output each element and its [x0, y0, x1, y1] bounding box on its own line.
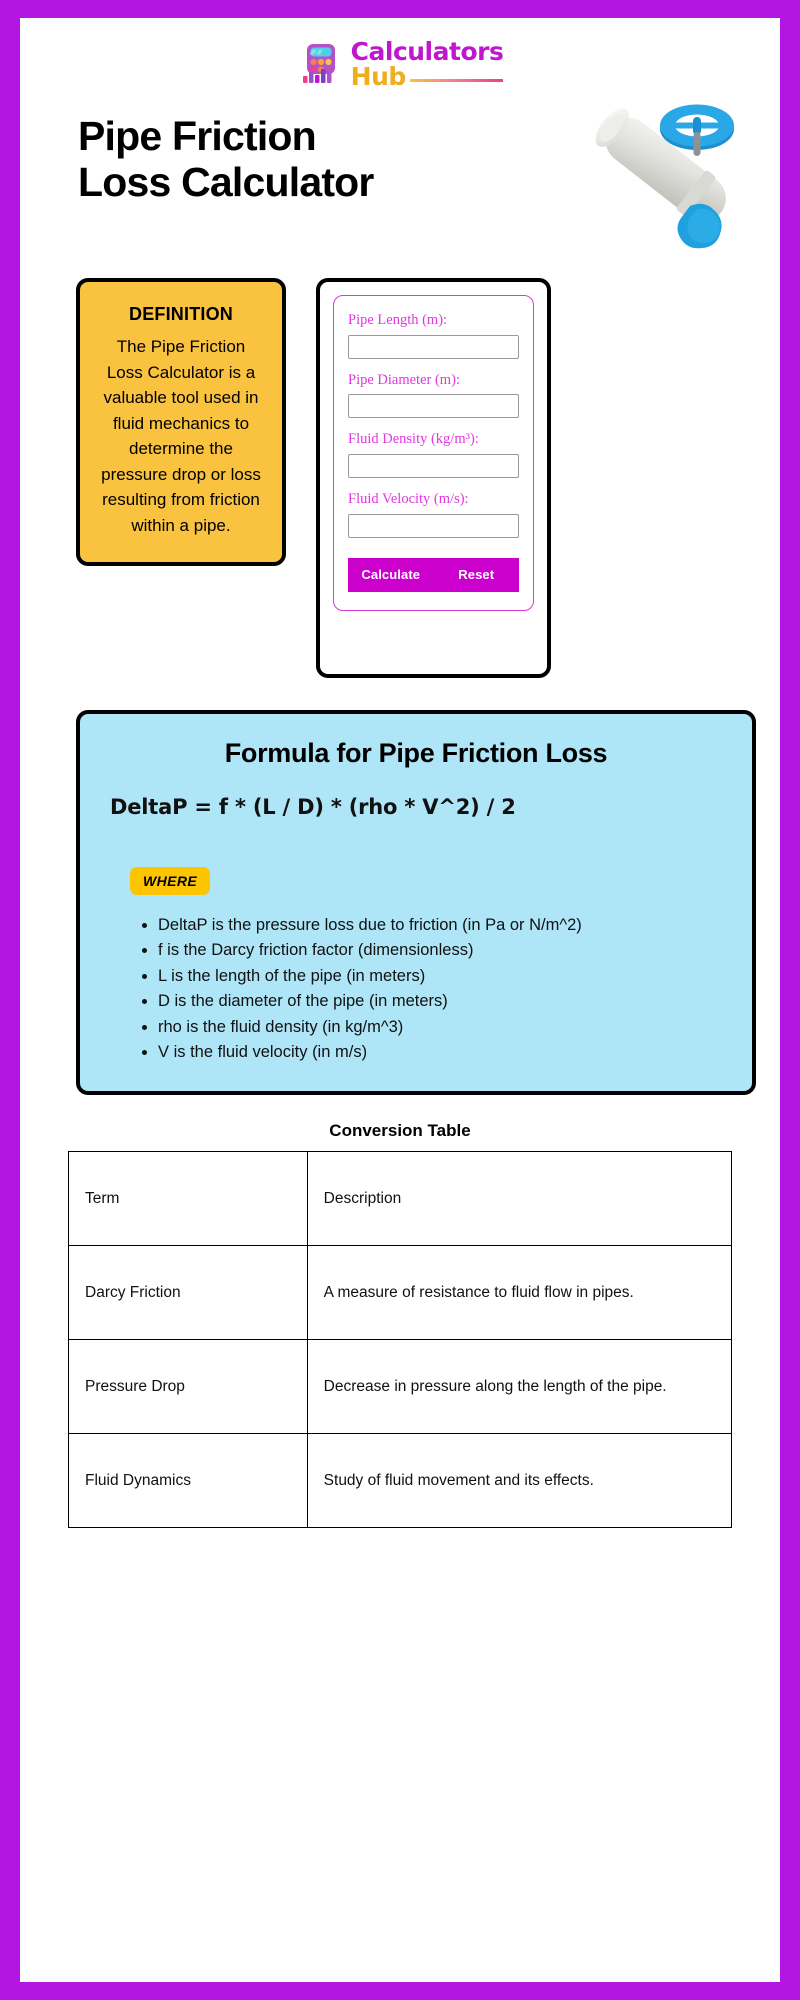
- table-cell-description: A measure of resistance to fluid flow in…: [306, 1245, 733, 1341]
- table-cell-term: Fluid Dynamics: [68, 1433, 308, 1529]
- list-item: f is the Darcy friction factor (dimensio…: [158, 938, 726, 962]
- field-fluid-velocity: Fluid Velocity (m/s):: [348, 491, 519, 538]
- conversion-table-title: Conversion Table: [329, 1121, 471, 1141]
- field-pipe-length: Pipe Length (m):: [348, 312, 519, 359]
- fluid-density-label: Fluid Density (kg/m³):: [348, 431, 479, 448]
- formula-expression: DeltaP = f * (L / D) * (rho * V^2) / 2: [110, 795, 516, 819]
- hero-section: Pipe Friction Loss Calculator: [20, 92, 780, 252]
- list-item: rho is the fluid density (in kg/m^3): [158, 1015, 726, 1039]
- table-cell-term: Pressure Drop: [68, 1339, 308, 1435]
- fluid-density-input[interactable]: [348, 454, 519, 479]
- field-pipe-diameter: Pipe Diameter (m):: [348, 372, 519, 419]
- formula-title: Formula for Pipe Friction Loss: [224, 738, 608, 768]
- table-row: Pressure Drop Decrease in pressure along…: [68, 1339, 733, 1435]
- site-logo[interactable]: Calculators Hub: [20, 18, 780, 92]
- calculator-bars-logo-icon: [302, 44, 335, 83]
- page-content: Calculators Hub Pipe Friction Loss Calcu…: [20, 18, 780, 1982]
- table-header-description: Description: [306, 1151, 733, 1247]
- list-item: V is the fluid velocity (in m/s): [158, 1040, 726, 1064]
- brand-bottom-row: Hub: [351, 64, 504, 89]
- calculator-card: Pipe Length (m): Pipe Diameter (m): Flui…: [316, 278, 551, 678]
- brand-gradient-rule: [409, 79, 504, 82]
- page-title-line2: Loss Calculator: [78, 158, 374, 205]
- list-item: D is the diameter of the pipe (in meters…: [158, 989, 726, 1013]
- table-header-term: Term: [68, 1151, 308, 1247]
- list-item: DeltaP is the pressure loss due to frict…: [158, 913, 726, 937]
- table-cell-term: Darcy Friction: [68, 1245, 308, 1341]
- calculator-button-row: Calculate Reset: [348, 557, 519, 592]
- table-row: Fluid Dynamics Study of fluid movement a…: [68, 1433, 733, 1529]
- page-title: Pipe Friction Loss Calculator: [78, 113, 374, 206]
- page-purple-frame: Calculators Hub Pipe Friction Loss Calcu…: [0, 0, 800, 2000]
- list-item: L is the length of the pipe (in meters): [158, 964, 726, 988]
- brand-wordmark: Calculators Hub: [351, 39, 504, 89]
- definition-card: DEFINITION The Pipe Friction Loss Calcul…: [76, 278, 286, 566]
- fluid-velocity-label: Fluid Velocity (m/s):: [348, 491, 469, 508]
- formula-card: Formula for Pipe Friction Loss DeltaP = …: [76, 710, 756, 1096]
- pipe-length-input[interactable]: [348, 334, 519, 359]
- table-cell-description: Decrease in pressure along the length of…: [306, 1339, 733, 1435]
- definition-heading: DEFINITION: [129, 304, 233, 324]
- brand-name-top: Calculators: [350, 37, 504, 66]
- table-cell-description: Study of fluid movement and its effects.: [306, 1433, 733, 1529]
- pipe-valve-handwheel-icon: [595, 104, 734, 249]
- reset-button[interactable]: Reset: [433, 557, 519, 592]
- table-header-row: Term Description: [68, 1151, 733, 1247]
- pipe-length-label: Pipe Length (m):: [348, 312, 448, 328]
- calculate-button[interactable]: Calculate: [348, 557, 434, 592]
- field-fluid-density: Fluid Density (kg/m³):: [348, 431, 519, 479]
- info-and-calculator-row: DEFINITION The Pipe Friction Loss Calcul…: [20, 252, 780, 678]
- calculator-inner-panel: Pipe Length (m): Pipe Diameter (m): Flui…: [333, 295, 534, 611]
- conversion-table: Term Description Darcy Friction A measur…: [68, 1151, 733, 1529]
- fluid-velocity-input[interactable]: [348, 513, 519, 538]
- brand-name-bottom: Hub: [350, 62, 407, 91]
- definition-body: The Pipe Friction Loss Calculator is a v…: [101, 337, 261, 535]
- page-title-line1: Pipe Friction: [78, 113, 317, 159]
- pipe-diameter-label: Pipe Diameter (m):: [348, 371, 460, 388]
- table-row: Darcy Friction A measure of resistance t…: [68, 1245, 733, 1341]
- formula-variable-list: DeltaP is the pressure loss due to frict…: [106, 913, 726, 1064]
- pipe-diameter-input[interactable]: [348, 394, 519, 419]
- where-badge: WHERE: [130, 867, 211, 895]
